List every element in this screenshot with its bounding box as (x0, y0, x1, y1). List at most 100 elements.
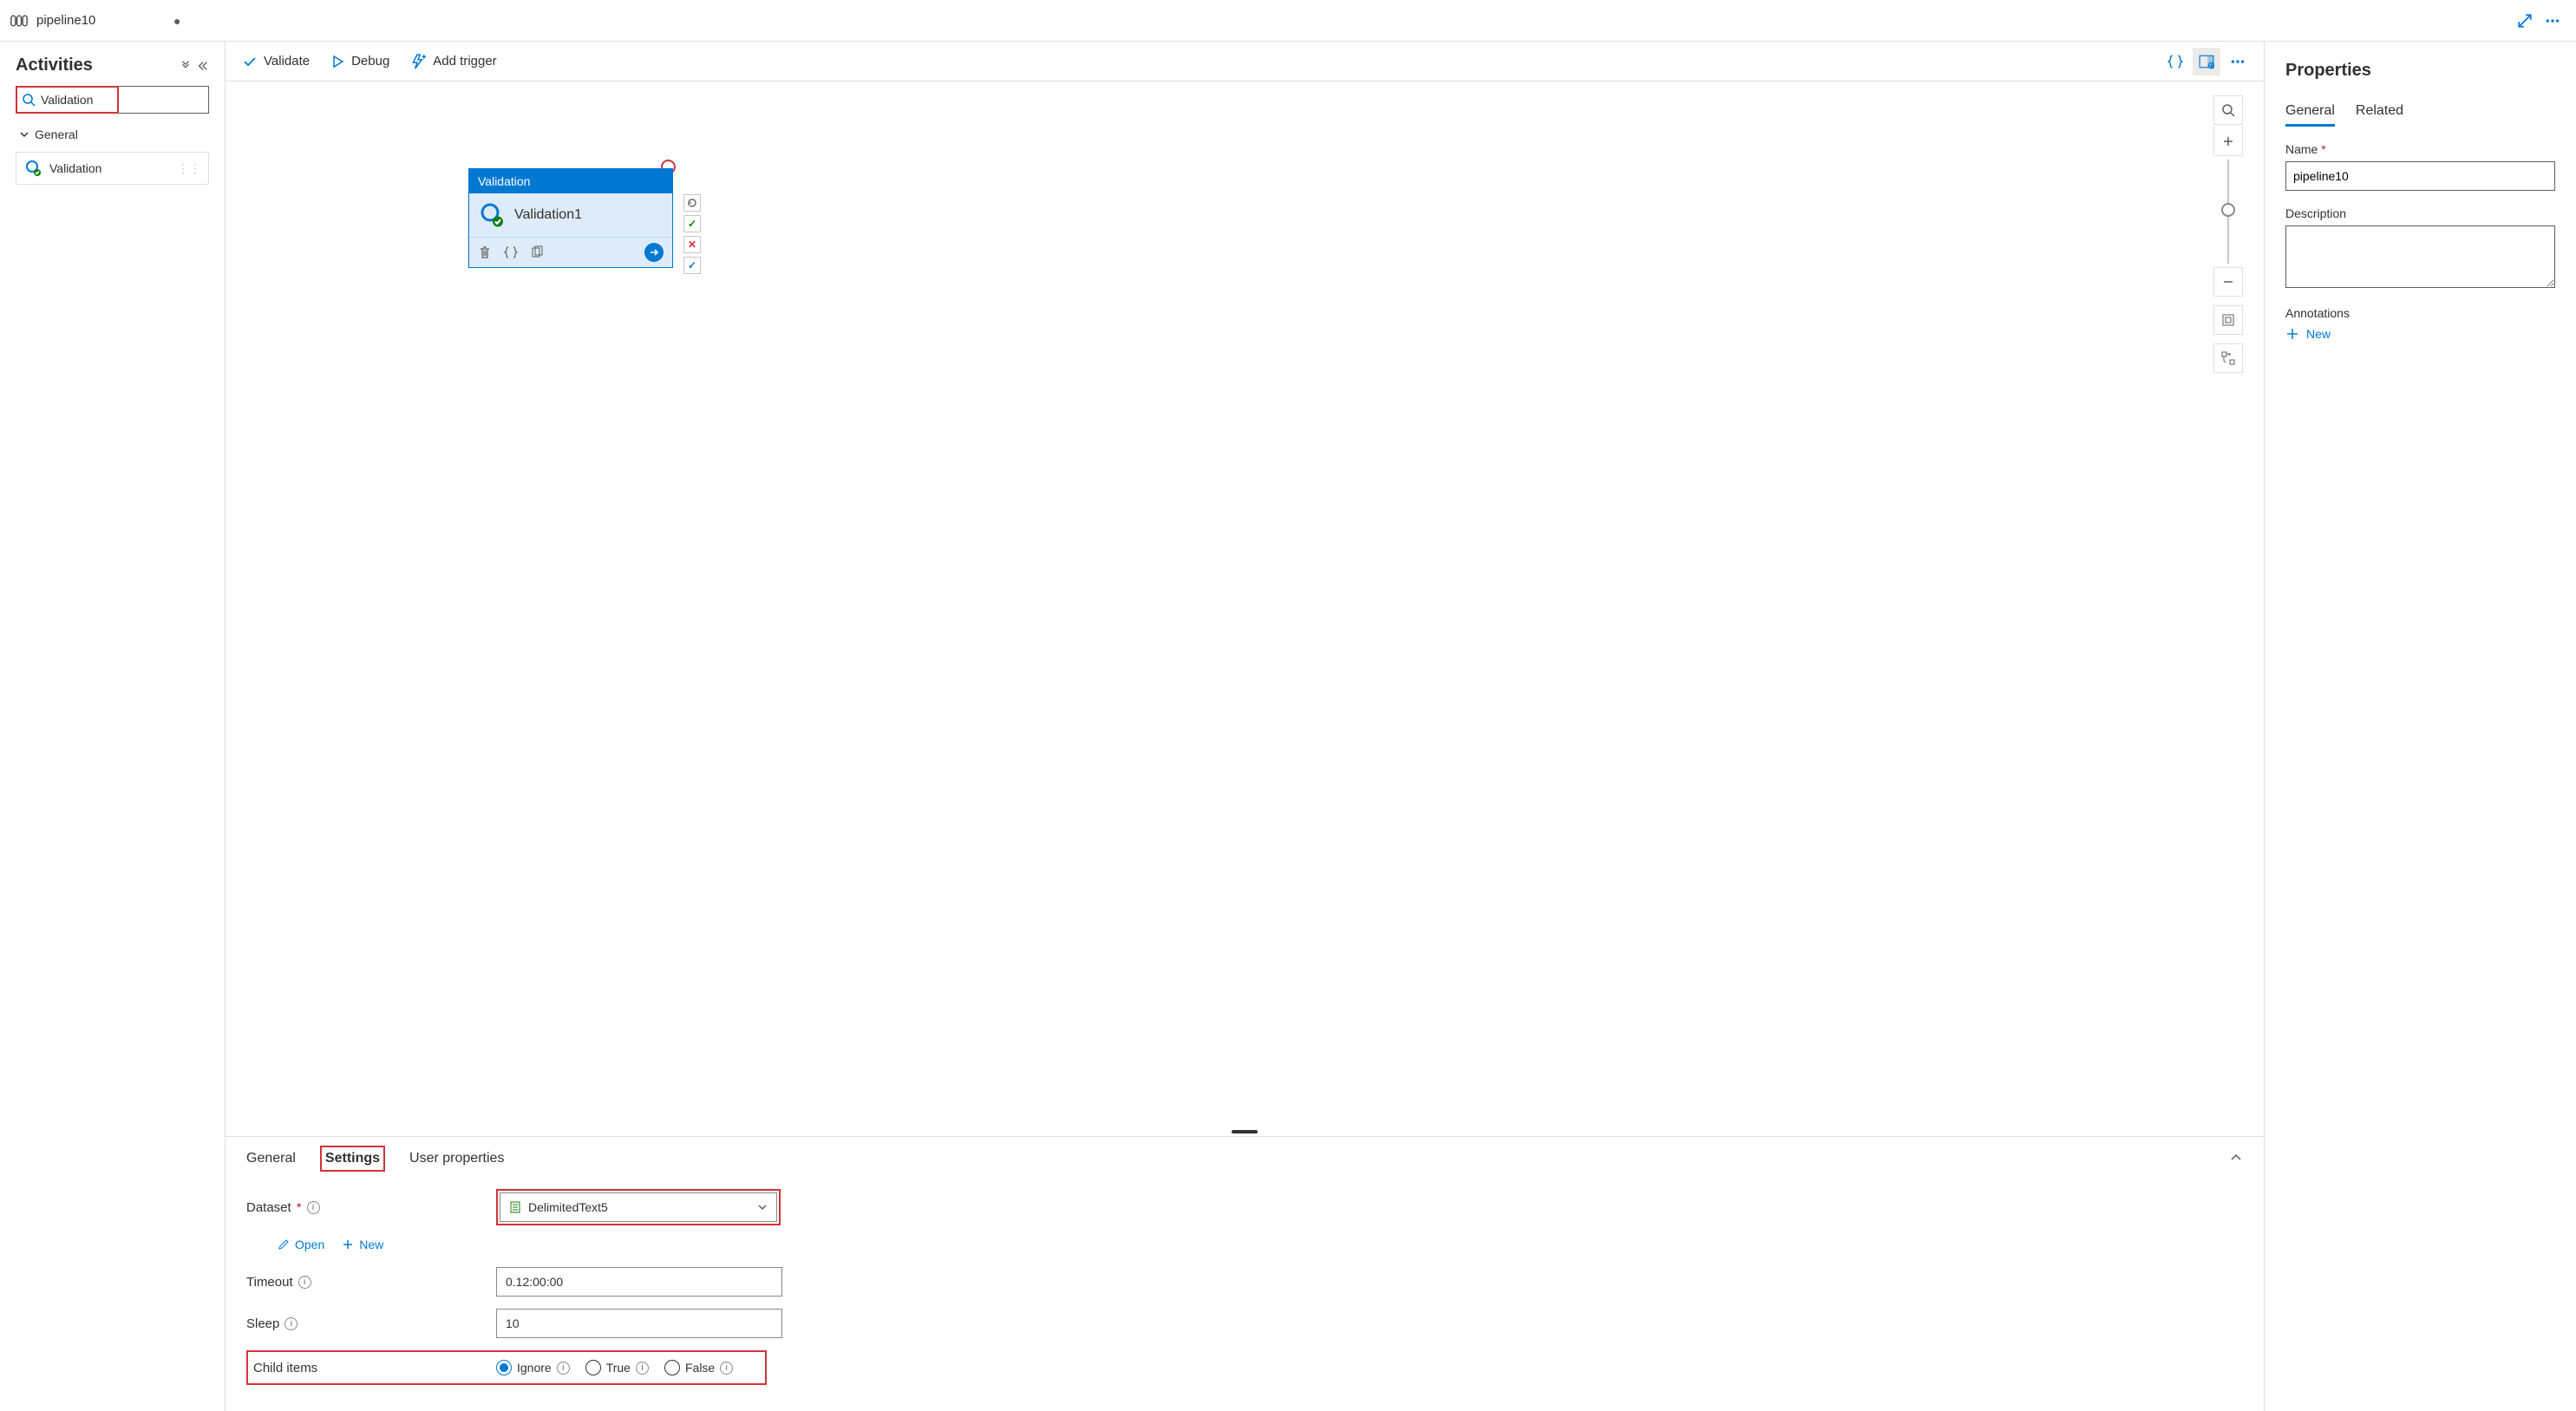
expand-diagonal-icon[interactable] (2517, 13, 2533, 29)
pipeline-icon (10, 13, 28, 29)
info-icon[interactable]: i (298, 1276, 311, 1289)
description-label: Description (2285, 206, 2555, 220)
add-annotation-button[interactable]: New (2285, 327, 2555, 341)
description-textarea[interactable] (2285, 225, 2555, 288)
info-icon[interactable]: i (307, 1201, 320, 1214)
properties-panel-icon (2199, 54, 2214, 69)
validation-activity-icon (480, 202, 506, 228)
canvas-activity-validation[interactable]: Validation Validation1 (468, 168, 673, 268)
validation-activity-icon (25, 160, 42, 177)
braces-icon[interactable] (504, 245, 518, 259)
chevron-down-icon (757, 1202, 768, 1212)
info-icon[interactable]: i (720, 1362, 733, 1375)
info-icon[interactable]: i (636, 1362, 649, 1375)
zoom-in-button[interactable] (2213, 127, 2243, 156)
activity-output-connector[interactable] (644, 243, 664, 262)
completion-connector-icon[interactable]: ✓ (683, 257, 701, 274)
copy-icon[interactable] (530, 245, 544, 259)
name-label: Name * (2285, 142, 2555, 156)
group-label: General (35, 127, 78, 141)
tab-user-properties[interactable]: User properties (409, 1146, 504, 1172)
info-icon[interactable]: i (284, 1317, 297, 1330)
activity-type-label: Validation (469, 169, 672, 193)
activities-sidebar: Activities Validation General Validation… (0, 42, 226, 1411)
chevron-down-icon (19, 129, 29, 140)
panel-resize-handle[interactable] (1232, 1130, 1258, 1133)
collapse-sidebar-icon[interactable] (197, 60, 209, 72)
props-tab-general[interactable]: General (2285, 98, 2335, 127)
validate-label: Validate (264, 54, 310, 69)
properties-toggle-button[interactable] (2193, 48, 2220, 75)
activity-settings-panel: General Settings User properties Dataset… (226, 1136, 2264, 1411)
properties-panel: Properties General Related Name * Descri… (2264, 42, 2576, 1411)
timeout-input[interactable]: 0.12:00:00 (496, 1267, 782, 1297)
zoom-slider[interactable] (2227, 160, 2229, 264)
properties-title: Properties (2285, 61, 2555, 81)
expand-collapse-icon[interactable] (180, 60, 192, 72)
failure-connector-icon[interactable]: ✕ (683, 236, 701, 253)
layout-icon (2221, 351, 2235, 365)
child-items-ignore-radio[interactable]: Ignore i (496, 1360, 570, 1375)
props-tab-related[interactable]: Related (2356, 98, 2403, 127)
plus-icon (2285, 327, 2299, 341)
grip-icon: ⋮⋮ (177, 161, 201, 176)
tab-general[interactable]: General (246, 1146, 296, 1172)
arrow-right-icon (648, 246, 660, 258)
braces-icon (2167, 54, 2183, 69)
debug-label: Debug (351, 54, 389, 69)
check-icon (243, 55, 257, 69)
success-connector-icon[interactable]: ✓ (683, 215, 701, 232)
sleep-label: Sleep i (246, 1316, 489, 1331)
dataset-label: Dataset * i (246, 1200, 489, 1215)
more-icon (2230, 54, 2246, 69)
minus-icon (2221, 275, 2235, 289)
toolbar-more-button[interactable] (2224, 48, 2252, 75)
dataset-select[interactable]: DelimitedText5 (500, 1192, 777, 1222)
search-input-extra[interactable] (119, 86, 209, 114)
name-input[interactable] (2285, 161, 2555, 191)
open-dataset-button[interactable]: Open (278, 1238, 324, 1251)
info-icon[interactable]: i (557, 1362, 570, 1375)
fit-to-screen-button[interactable] (2213, 305, 2243, 335)
unsaved-indicator-icon: ● (173, 14, 180, 28)
fit-icon (2221, 313, 2235, 327)
child-items-false-radio[interactable]: False i (664, 1360, 733, 1375)
child-items-label: Child items (246, 1350, 489, 1385)
retry-icon[interactable] (683, 194, 701, 212)
more-icon[interactable] (2545, 13, 2560, 29)
annotations-label: Annotations (2285, 306, 2555, 320)
plus-icon (342, 1238, 354, 1251)
activity-group-general[interactable]: General (16, 121, 209, 148)
zoom-out-button[interactable] (2213, 267, 2243, 297)
code-view-button[interactable] (2161, 48, 2189, 75)
zoom-slider-thumb[interactable] (2221, 203, 2235, 217)
pencil-icon (278, 1238, 290, 1251)
trigger-icon (410, 54, 426, 69)
sleep-input[interactable]: 10 (496, 1309, 782, 1338)
play-icon (330, 55, 344, 69)
auto-layout-button[interactable] (2213, 343, 2243, 373)
delete-icon[interactable] (478, 245, 492, 259)
debug-button[interactable]: Debug (330, 54, 389, 69)
add-trigger-label: Add trigger (433, 54, 496, 69)
dataset-value: DelimitedText5 (528, 1200, 608, 1214)
activity-search-input[interactable]: Validation (16, 86, 119, 114)
search-value: Validation (41, 93, 93, 107)
collapse-panel-icon[interactable] (2229, 1151, 2243, 1165)
pipeline-toolbar: Validate Debug Add trigger (226, 42, 2264, 82)
activity-label: Validation (49, 161, 101, 175)
add-trigger-button[interactable]: Add trigger (410, 54, 496, 69)
child-items-radio-group: Ignore i True i False i (496, 1360, 733, 1375)
canvas-search-button[interactable] (2213, 95, 2243, 125)
search-icon (22, 93, 36, 107)
tab-title: pipeline10 (36, 13, 95, 28)
validate-button[interactable]: Validate (243, 54, 310, 69)
tab-settings[interactable]: Settings (320, 1146, 385, 1172)
plus-icon (2221, 134, 2235, 148)
child-items-true-radio[interactable]: True i (585, 1360, 649, 1375)
activity-item-validation[interactable]: Validation ⋮⋮ (16, 152, 209, 185)
pipeline-tab-header: pipeline10 ● (0, 0, 2576, 42)
sidebar-title: Activities (16, 56, 93, 75)
new-dataset-button[interactable]: New (342, 1238, 383, 1251)
pipeline-canvas[interactable]: Validation Validation1 ✓ ✕ ✓ (226, 82, 2264, 1136)
